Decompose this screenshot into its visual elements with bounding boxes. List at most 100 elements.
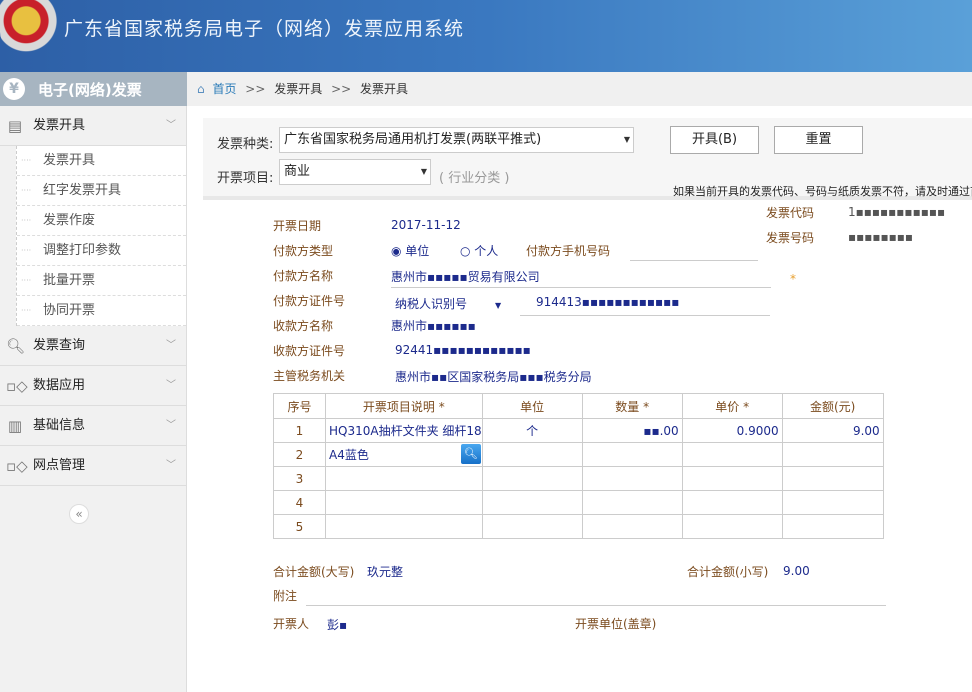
table-row: 1 HQ310A抽杆文件夹 细杆18 个 ▪▪.00 0.9000 9.00 bbox=[273, 418, 884, 443]
sidebar-item-void[interactable]: 发票作废 bbox=[17, 206, 186, 236]
cell-price[interactable] bbox=[681, 514, 783, 539]
table-row: 3 bbox=[273, 466, 884, 491]
total-upper-value: 玖元整 bbox=[367, 565, 404, 579]
cell-quantity[interactable] bbox=[581, 490, 683, 515]
grid-icon: ▫◇ bbox=[6, 457, 28, 475]
cell-quantity[interactable]: ▪▪.00 bbox=[581, 418, 683, 443]
date-label: 开票日期 bbox=[273, 219, 322, 233]
breadcrumb-home[interactable]: 首页 bbox=[212, 82, 236, 96]
search-icon: 🔍︎ bbox=[6, 337, 26, 355]
cell-index: 2 bbox=[273, 442, 326, 467]
home-icon[interactable]: ⌂ bbox=[197, 82, 205, 96]
cell-description[interactable]: HQ310A抽杆文件夹 细杆18 bbox=[325, 418, 483, 443]
payer-id-type-select[interactable]: 纳税人识别号 ▼ bbox=[395, 295, 501, 312]
chevron-down-icon: ﹀ bbox=[166, 380, 176, 391]
radio-label: 个人 bbox=[474, 244, 499, 258]
drawer-value: 彭▪ bbox=[327, 618, 348, 632]
sidebar-title: 电子(网络)发票 bbox=[38, 81, 142, 99]
cell-price[interactable] bbox=[681, 490, 783, 515]
invoice-type-label: 发票种类: bbox=[217, 137, 274, 152]
collapse-sidebar-button[interactable]: « bbox=[69, 504, 89, 524]
grid-icon: ▫◇ bbox=[6, 377, 28, 395]
payee-name-label: 收款方名称 bbox=[273, 319, 334, 333]
total-lower-value: 9.00 bbox=[783, 564, 810, 578]
issue-button[interactable]: 开具(B) bbox=[670, 126, 759, 154]
sidebar-group-outlets[interactable]: ▫◇ 网点管理 ﹀ bbox=[0, 446, 186, 486]
cell-description[interactable] bbox=[325, 490, 483, 515]
dropdown-arrow-icon: ▼ bbox=[420, 167, 427, 176]
table-row: 2 A4蓝色 🔍︎ bbox=[273, 442, 884, 467]
sidebar-group-query[interactable]: 🔍︎ 发票查询 ﹀ bbox=[0, 326, 186, 366]
item-select[interactable]: 商业 ▼ bbox=[279, 159, 431, 185]
cell-amount[interactable] bbox=[781, 490, 884, 515]
cell-quantity[interactable] bbox=[581, 514, 683, 539]
cell-price[interactable]: 0.9000 bbox=[681, 418, 783, 443]
sidebar-group-invoice-issue[interactable]: ▤ 发票开具 ﹀ bbox=[0, 106, 186, 146]
cell-index: 1 bbox=[273, 418, 326, 443]
sidebar-group-basic-info[interactable]: ▥ 基础信息 ﹀ bbox=[0, 406, 186, 446]
total-upper-label: 合计金额(大写) bbox=[273, 565, 355, 579]
breadcrumb-separator: >> bbox=[245, 82, 266, 96]
payer-name-input[interactable]: 惠州市▪▪▪▪▪贸易有限公司 bbox=[391, 268, 540, 285]
app-title: 广东省国家税务局电子（网络）发票应用系统 bbox=[64, 18, 465, 40]
cell-index: 5 bbox=[273, 514, 326, 539]
cell-amount[interactable] bbox=[781, 514, 884, 539]
date-value: 2017-11-12 bbox=[391, 218, 461, 232]
payer-type-person-radio[interactable]: ○ 个人 bbox=[460, 242, 498, 259]
sidebar: ▤ 发票开具 ﹀ 发票开具 红字发票开具 发票作废 调整打印参数 批量开票 协同… bbox=[0, 106, 187, 692]
sidebar-item-collab[interactable]: 协同开票 bbox=[17, 296, 186, 326]
sidebar-group-label: 发票查询 bbox=[33, 338, 86, 353]
description-value: A4蓝色 bbox=[329, 448, 369, 462]
invoice-type-select[interactable]: 广东省国家税务局通用机打发票(两联平推式) ▼ bbox=[279, 127, 634, 153]
sidebar-item-red-invoice[interactable]: 红字发票开具 bbox=[17, 176, 186, 206]
chevron-down-icon: ﹀ bbox=[166, 120, 176, 131]
app-header: 广东省国家税务局电子（网络）发票应用系统 bbox=[0, 0, 972, 72]
cell-description[interactable] bbox=[325, 466, 483, 491]
sidebar-group-data[interactable]: ▫◇ 数据应用 ﹀ bbox=[0, 366, 186, 406]
payer-name-label: 付款方名称 bbox=[273, 269, 334, 283]
chevron-down-icon: ﹀ bbox=[166, 460, 176, 471]
payer-type-label: 付款方类型 bbox=[273, 244, 334, 258]
dropdown-arrow-icon: ▼ bbox=[623, 135, 630, 144]
cell-amount[interactable] bbox=[781, 442, 884, 467]
remark-input[interactable] bbox=[306, 605, 886, 606]
cell-unit[interactable] bbox=[481, 442, 583, 467]
cell-price[interactable] bbox=[681, 442, 783, 467]
sidebar-item-issue[interactable]: 发票开具 bbox=[17, 146, 186, 176]
sidebar-item-print-params[interactable]: 调整打印参数 bbox=[17, 236, 186, 266]
invoice-form: 开票日期 2017-11-12 发票代码 1▪▪▪▪▪▪▪▪▪▪▪ 发票号码 ▪… bbox=[203, 204, 972, 692]
table-row: 5 bbox=[273, 514, 884, 539]
item-value: 商业 bbox=[284, 164, 311, 179]
tax-office-label: 主管税务机关 bbox=[273, 369, 346, 383]
payer-id-input[interactable]: 914413▪▪▪▪▪▪▪▪▪▪▪▪ bbox=[536, 295, 679, 309]
cell-description[interactable]: A4蓝色 🔍︎ bbox=[325, 442, 483, 467]
sidebar-group-label: 发票开具 bbox=[33, 118, 86, 133]
sidebar-item-batch[interactable]: 批量开票 bbox=[17, 266, 186, 296]
invoice-type-value: 广东省国家税务局通用机打发票(两联平推式) bbox=[284, 132, 542, 147]
search-icon[interactable]: 🔍︎ bbox=[460, 444, 481, 464]
payer-id-type-value: 纳税人识别号 bbox=[395, 297, 468, 311]
cell-description[interactable] bbox=[325, 514, 483, 539]
cell-unit[interactable] bbox=[481, 514, 583, 539]
cell-quantity[interactable] bbox=[581, 466, 683, 491]
reset-button[interactable]: 重置 bbox=[774, 126, 863, 154]
breadcrumb-separator: >> bbox=[331, 82, 352, 96]
notice-text: 如果当前开具的发票代码、号码与纸质发票不符，请及时通过首 bbox=[673, 185, 972, 198]
item-hint: ( 行业分类 ) bbox=[439, 171, 510, 186]
cell-amount[interactable] bbox=[781, 466, 884, 491]
breadcrumb: ⌂ 首页 >> 发票开具 >> 发票开具 bbox=[187, 72, 972, 106]
cell-unit[interactable] bbox=[481, 466, 583, 491]
cell-unit[interactable]: 个 bbox=[481, 418, 583, 443]
yen-icon: ¥ bbox=[3, 78, 25, 100]
cell-unit[interactable] bbox=[481, 490, 583, 515]
chevron-down-icon: ﹀ bbox=[166, 340, 176, 351]
seal-label: 开票单位(盖章) bbox=[575, 617, 657, 631]
payer-type-unit-radio[interactable]: ◉ 单位 bbox=[391, 242, 429, 259]
col-header: 序号 bbox=[273, 393, 326, 419]
cell-price[interactable] bbox=[681, 466, 783, 491]
payer-phone-input[interactable] bbox=[630, 260, 758, 261]
number-value: ▪▪▪▪▪▪▪▪ bbox=[848, 230, 914, 244]
drawer-label: 开票人 bbox=[273, 617, 310, 631]
cell-quantity[interactable] bbox=[581, 442, 683, 467]
cell-amount[interactable]: 9.00 bbox=[781, 418, 884, 443]
